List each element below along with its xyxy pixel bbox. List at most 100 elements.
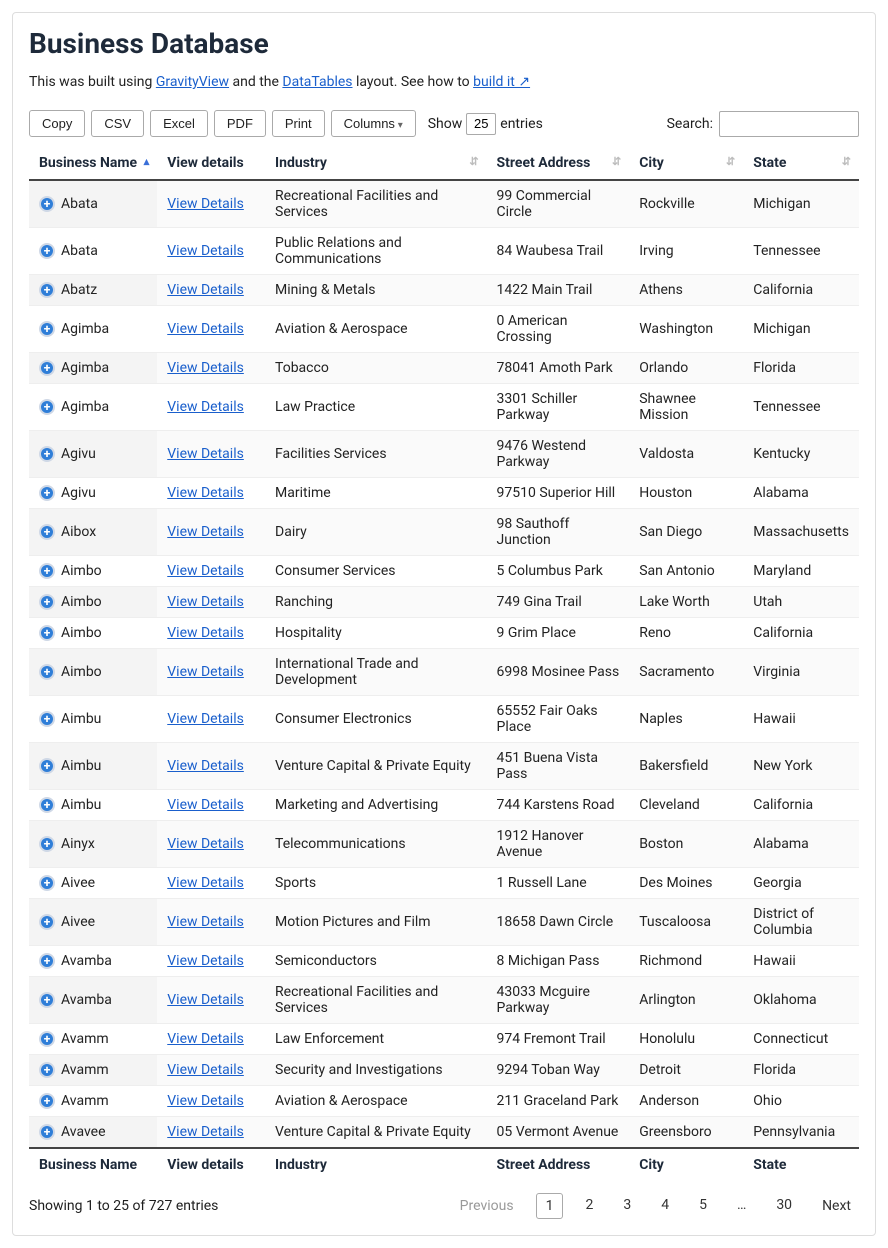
view-details-link[interactable]: View Details [167, 711, 244, 727]
business-name: Aivee [61, 875, 95, 891]
expand-row-icon[interactable]: + [39, 196, 55, 212]
expand-row-icon[interactable]: + [39, 321, 55, 337]
address-cell: 5 Columbus Park [487, 556, 630, 587]
view-details-link[interactable]: View Details [167, 360, 244, 376]
datatables-link[interactable]: DataTables [282, 74, 352, 90]
expand-row-icon[interactable]: + [39, 399, 55, 415]
page-3[interactable]: 3 [615, 1193, 639, 1219]
view-details-link[interactable]: View Details [167, 321, 244, 337]
expand-row-icon[interactable]: + [39, 664, 55, 680]
view-details-link[interactable]: View Details [167, 758, 244, 774]
table-row: +AiboxView DetailsDairy98 Sauthoff Junct… [29, 509, 859, 556]
previous-page[interactable]: Previous [452, 1194, 522, 1218]
expand-row-icon[interactable]: + [39, 758, 55, 774]
view-details-link[interactable]: View Details [167, 992, 244, 1008]
table-row: +AiveeView DetailsMotion Pictures and Fi… [29, 899, 859, 946]
expand-row-icon[interactable]: + [39, 1031, 55, 1047]
view-details-link[interactable]: View Details [167, 953, 244, 969]
gravityview-link[interactable]: GravityView [156, 74, 229, 90]
view-details-link[interactable]: View Details [167, 282, 244, 298]
show-prefix: Show [428, 116, 463, 132]
expand-row-icon[interactable]: + [39, 360, 55, 376]
expand-row-icon[interactable]: + [39, 875, 55, 891]
columns-button[interactable]: Columns [331, 110, 416, 137]
table-row: +AimboView DetailsHospitality9 Grim Plac… [29, 618, 859, 649]
table-row: +AbataView DetailsRecreational Facilitie… [29, 180, 859, 228]
foot-business-name: Business Name [29, 1148, 157, 1181]
view-details-link[interactable]: View Details [167, 797, 244, 813]
address-cell: 0 American Crossing [487, 306, 630, 353]
expand-row-icon[interactable]: + [39, 1062, 55, 1078]
industry-cell: Marketing and Advertising [265, 790, 487, 821]
expand-row-icon[interactable]: + [39, 914, 55, 930]
expand-row-icon[interactable]: + [39, 953, 55, 969]
col-business-name[interactable]: Business Name [29, 147, 157, 180]
foot-city: City [629, 1148, 743, 1181]
expand-row-icon[interactable]: + [39, 563, 55, 579]
next-page[interactable]: Next [814, 1194, 859, 1218]
expand-row-icon[interactable]: + [39, 1093, 55, 1109]
table-row: +AvambaView DetailsRecreational Faciliti… [29, 977, 859, 1024]
expand-row-icon[interactable]: + [39, 243, 55, 259]
expand-row-icon[interactable]: + [39, 594, 55, 610]
state-cell: Oklahoma [743, 977, 859, 1024]
build-it-link[interactable]: build it ↗ [473, 74, 530, 90]
view-details-link[interactable]: View Details [167, 399, 244, 415]
csv-button[interactable]: CSV [91, 110, 144, 137]
state-cell: Michigan [743, 306, 859, 353]
industry-cell: Ranching [265, 587, 487, 618]
view-details-link[interactable]: View Details [167, 1031, 244, 1047]
view-details-link[interactable]: View Details [167, 485, 244, 501]
col-industry[interactable]: Industry [265, 147, 487, 180]
expand-row-icon[interactable]: + [39, 1124, 55, 1140]
expand-row-icon[interactable]: + [39, 711, 55, 727]
table-row: +AvammView DetailsLaw Enforcement974 Fre… [29, 1024, 859, 1055]
view-details-link[interactable]: View Details [167, 594, 244, 610]
page-2[interactable]: 2 [577, 1193, 601, 1219]
view-details-link[interactable]: View Details [167, 914, 244, 930]
page-length-input[interactable] [466, 113, 496, 135]
view-details-link[interactable]: View Details [167, 446, 244, 462]
page-4[interactable]: 4 [653, 1193, 677, 1219]
state-cell: Pennsylvania [743, 1117, 859, 1149]
expand-row-icon[interactable]: + [39, 797, 55, 813]
expand-row-icon[interactable]: + [39, 524, 55, 540]
view-details-link[interactable]: View Details [167, 1124, 244, 1140]
expand-row-icon[interactable]: + [39, 625, 55, 641]
view-details-link[interactable]: View Details [167, 1062, 244, 1078]
col-city[interactable]: City [629, 147, 743, 180]
view-details-link[interactable]: View Details [167, 1093, 244, 1109]
view-details-link[interactable]: View Details [167, 625, 244, 641]
copy-button[interactable]: Copy [29, 110, 85, 137]
page-5[interactable]: 5 [691, 1193, 715, 1219]
col-view-details[interactable]: View details [157, 147, 265, 180]
expand-row-icon[interactable]: + [39, 836, 55, 852]
expand-row-icon[interactable]: + [39, 992, 55, 1008]
expand-row-icon[interactable]: + [39, 282, 55, 298]
view-details-link[interactable]: View Details [167, 196, 244, 212]
show-suffix: entries [500, 116, 543, 132]
view-details-link[interactable]: View Details [167, 875, 244, 891]
page-1[interactable]: 1 [536, 1193, 564, 1219]
print-button[interactable]: Print [272, 110, 325, 137]
view-details-link[interactable]: View Details [167, 563, 244, 579]
city-cell: San Diego [629, 509, 743, 556]
view-details-link[interactable]: View Details [167, 664, 244, 680]
search-control: Search: [667, 111, 859, 137]
pdf-button[interactable]: PDF [214, 110, 266, 137]
search-input[interactable] [719, 111, 859, 137]
expand-row-icon[interactable]: + [39, 446, 55, 462]
table-row: +AimboView DetailsConsumer Services5 Col… [29, 556, 859, 587]
expand-row-icon[interactable]: + [39, 485, 55, 501]
view-details-link[interactable]: View Details [167, 836, 244, 852]
foot-street-address: Street Address [487, 1148, 630, 1181]
address-cell: 98 Sauthoff Junction [487, 509, 630, 556]
view-details-link[interactable]: View Details [167, 243, 244, 259]
col-state[interactable]: State [743, 147, 859, 180]
excel-button[interactable]: Excel [150, 110, 208, 137]
business-name: Aimbo [61, 664, 102, 680]
col-street-address[interactable]: Street Address [487, 147, 630, 180]
industry-cell: Aviation & Aerospace [265, 1086, 487, 1117]
page-30[interactable]: 30 [768, 1193, 800, 1219]
view-details-link[interactable]: View Details [167, 524, 244, 540]
